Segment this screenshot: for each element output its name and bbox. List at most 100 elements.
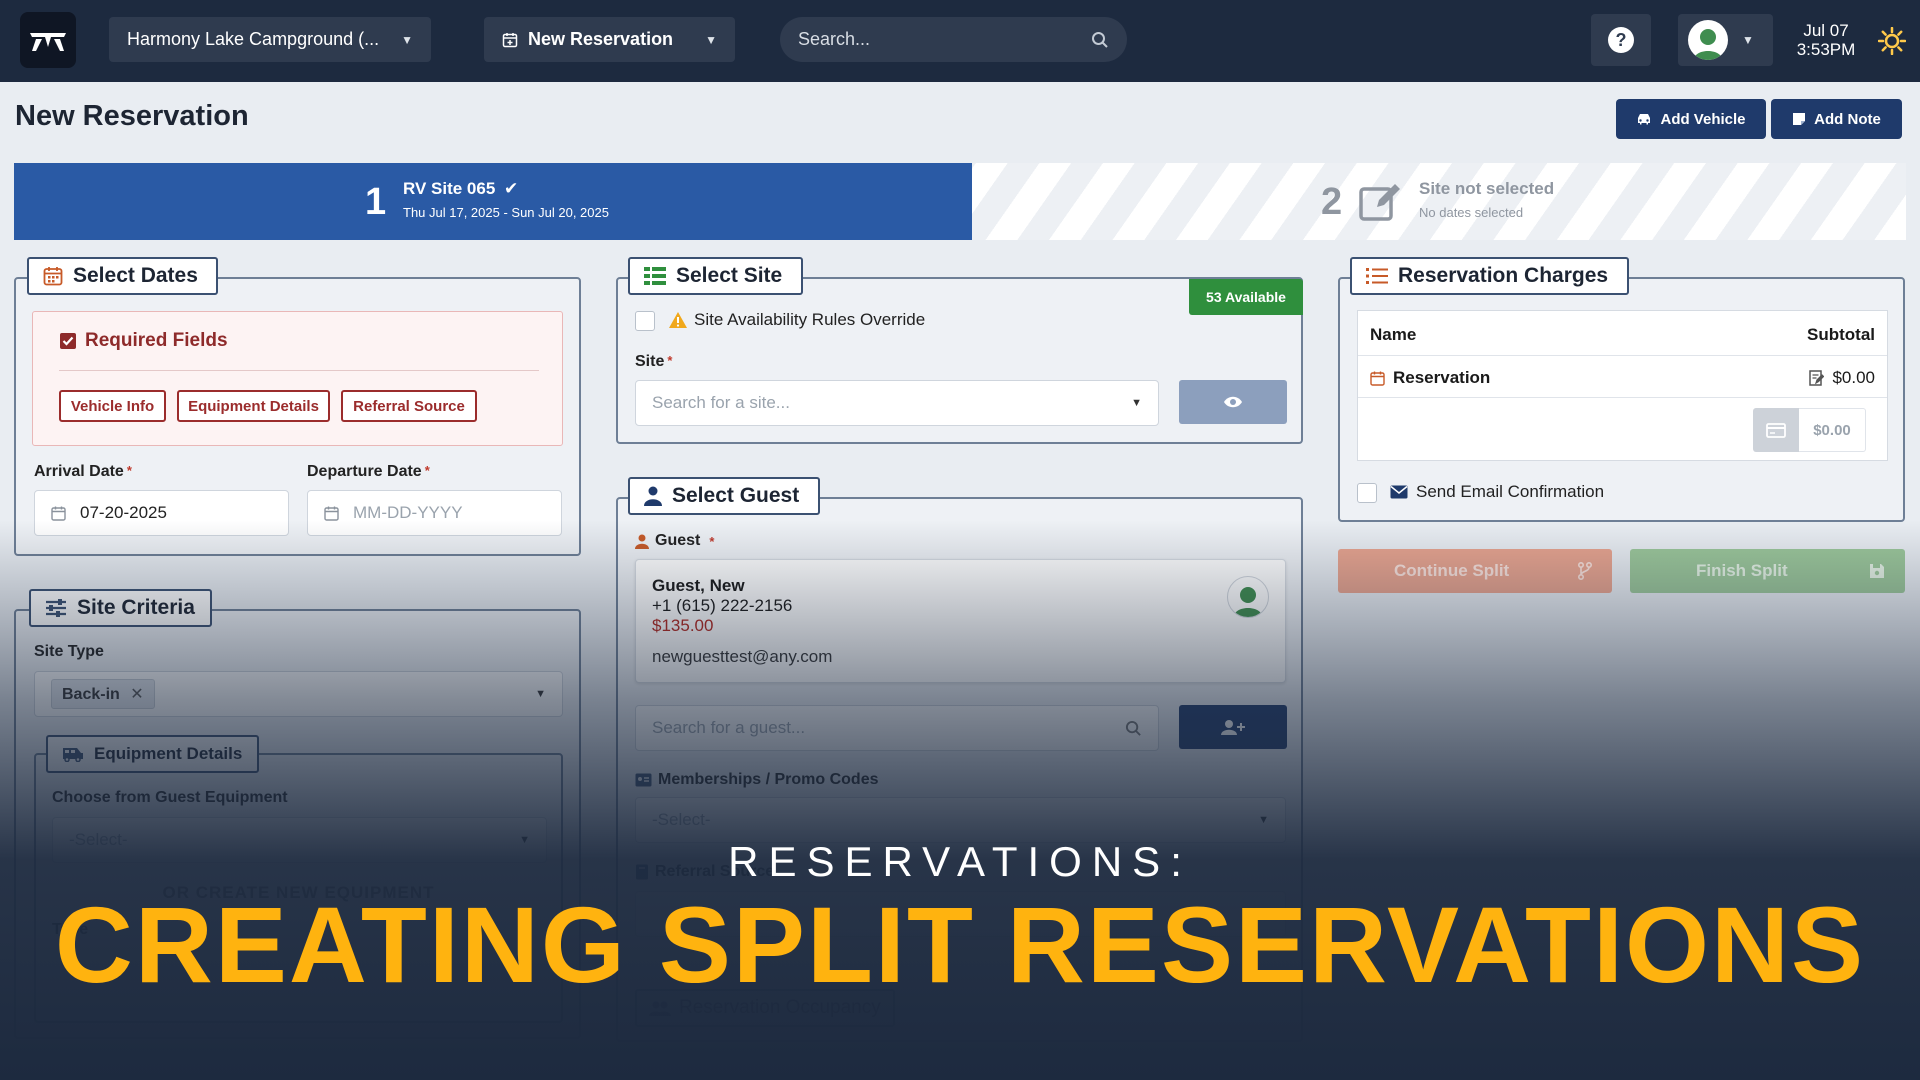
guest-avatar bbox=[1227, 576, 1269, 618]
site-search-placeholder: Search for a site... bbox=[652, 393, 790, 412]
memberships-placeholder: -Select- bbox=[652, 810, 711, 829]
charges-col-name: Name bbox=[1370, 325, 1417, 344]
choose-equipment-label: Choose from Guest Equipment bbox=[52, 789, 288, 806]
help-button[interactable]: ? bbox=[1591, 14, 1651, 66]
finish-split-button[interactable]: Finish Split bbox=[1630, 549, 1905, 593]
global-search-input[interactable]: Search... bbox=[780, 17, 1127, 62]
reservation-charges-legend: Reservation Charges bbox=[1350, 257, 1629, 295]
page-title: New Reservation bbox=[15, 100, 249, 132]
departure-date-label: Departure Date * bbox=[307, 463, 430, 480]
site-search-select[interactable]: Search for a site... ▼ bbox=[635, 380, 1159, 426]
payment-card-button[interactable] bbox=[1753, 408, 1799, 452]
required-referral-source-button[interactable]: Referral Source bbox=[341, 390, 477, 422]
site-label-text: Site bbox=[635, 353, 665, 370]
charge-row-amount-value: $0.00 bbox=[1832, 368, 1875, 387]
campground-dropdown[interactable]: Harmony Lake Campground (... ▼ bbox=[109, 17, 431, 62]
arrival-date-input[interactable]: 07-20-2025 bbox=[34, 490, 289, 536]
site-type-tag[interactable]: Back-in ✕ bbox=[51, 679, 155, 709]
departure-date-input[interactable]: MM-DD-YYYY bbox=[307, 490, 562, 536]
receipt-edit-icon bbox=[1809, 370, 1825, 386]
calendar-icon bbox=[43, 267, 63, 286]
step-title: RV Site 065 ✔ bbox=[403, 179, 518, 199]
reservation-charges-panel: Name Subtotal Reservation $0.00 $0.00 Se… bbox=[1338, 277, 1905, 522]
question-circle-icon: ? bbox=[1608, 27, 1634, 53]
override-checkbox[interactable] bbox=[635, 311, 655, 331]
svg-text:?: ? bbox=[1616, 30, 1627, 50]
guest-email: newguesttest@any.com bbox=[652, 647, 833, 666]
send-email-checkbox[interactable] bbox=[1357, 483, 1377, 503]
add-vehicle-button[interactable]: Add Vehicle bbox=[1616, 99, 1766, 139]
departure-date-label-text: Departure Date bbox=[307, 463, 422, 480]
overlay-title: CREATING SPLIT RESERVATIONS bbox=[54, 884, 1866, 1005]
charges-table: Name Subtotal Reservation $0.00 $0.00 bbox=[1357, 310, 1888, 461]
reservation-charges-title: Reservation Charges bbox=[1398, 264, 1609, 287]
view-site-button[interactable] bbox=[1179, 380, 1287, 424]
step-dates: No dates selected bbox=[1419, 205, 1524, 220]
current-time: 3:53PM bbox=[1796, 40, 1856, 59]
continue-split-label: Continue Split bbox=[1394, 561, 1510, 580]
new-reservation-dropdown[interactable]: New Reservation ▼ bbox=[484, 17, 735, 62]
select-guest-legend: Select Guest bbox=[628, 477, 820, 515]
search-icon bbox=[1092, 31, 1108, 48]
finish-split-label: Finish Split bbox=[1696, 561, 1788, 580]
site-label: Site * bbox=[635, 353, 673, 370]
select-dates-title: Select Dates bbox=[73, 264, 198, 287]
guest-search-input[interactable]: Search for a guest... bbox=[635, 705, 1159, 751]
add-note-button[interactable]: Add Note bbox=[1771, 99, 1902, 139]
theme-toggle-sun-icon[interactable] bbox=[1877, 26, 1907, 60]
warning-icon bbox=[669, 312, 687, 328]
rv-icon bbox=[63, 748, 83, 762]
app-logo-icon[interactable] bbox=[20, 12, 76, 68]
guest-search-placeholder: Search for a guest... bbox=[652, 718, 806, 737]
search-placeholder: Search... bbox=[798, 29, 871, 49]
current-date: Jul 07 bbox=[1803, 21, 1849, 40]
available-count-badge: 53 Available bbox=[1189, 279, 1303, 315]
divider bbox=[1358, 397, 1887, 398]
edit-icon bbox=[1359, 181, 1403, 228]
override-label-text: Site Availability Rules Override bbox=[694, 310, 926, 329]
table-icon bbox=[644, 267, 666, 285]
add-guest-button[interactable] bbox=[1179, 705, 1287, 749]
split-step-1[interactable]: 1 RV Site 065 ✔ Thu Jul 17, 2025 - Sun J… bbox=[14, 163, 986, 240]
guest-label: Guest * bbox=[635, 532, 714, 550]
guest-phone: +1 (615) 222-2156 bbox=[652, 596, 793, 615]
select-dates-panel: Required Fields Vehicle Info Equipment D… bbox=[14, 277, 581, 556]
required-equipment-details-button[interactable]: Equipment Details bbox=[177, 390, 330, 422]
memberships-select[interactable]: -Select- ▼ bbox=[635, 797, 1286, 843]
close-icon[interactable]: ✕ bbox=[130, 686, 143, 703]
continue-split-button[interactable]: Continue Split bbox=[1338, 549, 1612, 593]
arrival-date-label: Arrival Date * bbox=[34, 463, 132, 480]
step-title-text: RV Site 065 bbox=[403, 179, 496, 198]
check-square-icon bbox=[60, 333, 76, 349]
send-email-label-text: Send Email Confirmation bbox=[1416, 482, 1605, 501]
list-icon bbox=[1366, 268, 1388, 284]
user-icon bbox=[1234, 587, 1262, 617]
required-vehicle-info-button[interactable]: Vehicle Info bbox=[59, 390, 166, 422]
equipment-details-title: Equipment Details bbox=[94, 744, 243, 763]
arrival-date-value: 07-20-2025 bbox=[80, 503, 167, 522]
id-card-icon bbox=[635, 773, 652, 787]
code-branch-icon bbox=[1578, 562, 1592, 580]
select-guest-title: Select Guest bbox=[672, 484, 800, 507]
split-step-2[interactable]: 2 Site not selected No dates selected bbox=[972, 163, 1906, 240]
arrival-date-label-text: Arrival Date bbox=[34, 463, 124, 480]
site-criteria-title: Site Criteria bbox=[77, 596, 195, 619]
save-icon bbox=[1870, 564, 1884, 578]
site-type-select[interactable]: Back-in ✕ ▼ bbox=[34, 671, 563, 717]
overlay-subtitle: RESERVATIONS: bbox=[728, 838, 1192, 885]
site-criteria-legend: Site Criteria bbox=[29, 589, 212, 627]
guest-card[interactable]: Guest, New +1 (615) 222-2156 $135.00 new… bbox=[635, 559, 1286, 683]
guest-label-text: Guest bbox=[655, 532, 701, 549]
site-type-tag-label: Back-in bbox=[62, 686, 120, 703]
user-menu-button[interactable]: ▼ bbox=[1678, 14, 1773, 66]
search-icon bbox=[1125, 720, 1141, 736]
memberships-label-text: Memberships / Promo Codes bbox=[658, 771, 879, 788]
charge-row-reservation[interactable]: Reservation bbox=[1370, 368, 1490, 388]
select-site-title: Select Site bbox=[676, 264, 783, 287]
current-datetime: Jul 07 3:53PM bbox=[1790, 21, 1862, 59]
site-type-label: Site Type bbox=[34, 643, 104, 660]
chevron-down-icon: ▼ bbox=[1258, 814, 1269, 826]
sticky-note-icon bbox=[1793, 113, 1806, 125]
divider bbox=[1358, 355, 1887, 356]
user-icon bbox=[644, 486, 662, 506]
